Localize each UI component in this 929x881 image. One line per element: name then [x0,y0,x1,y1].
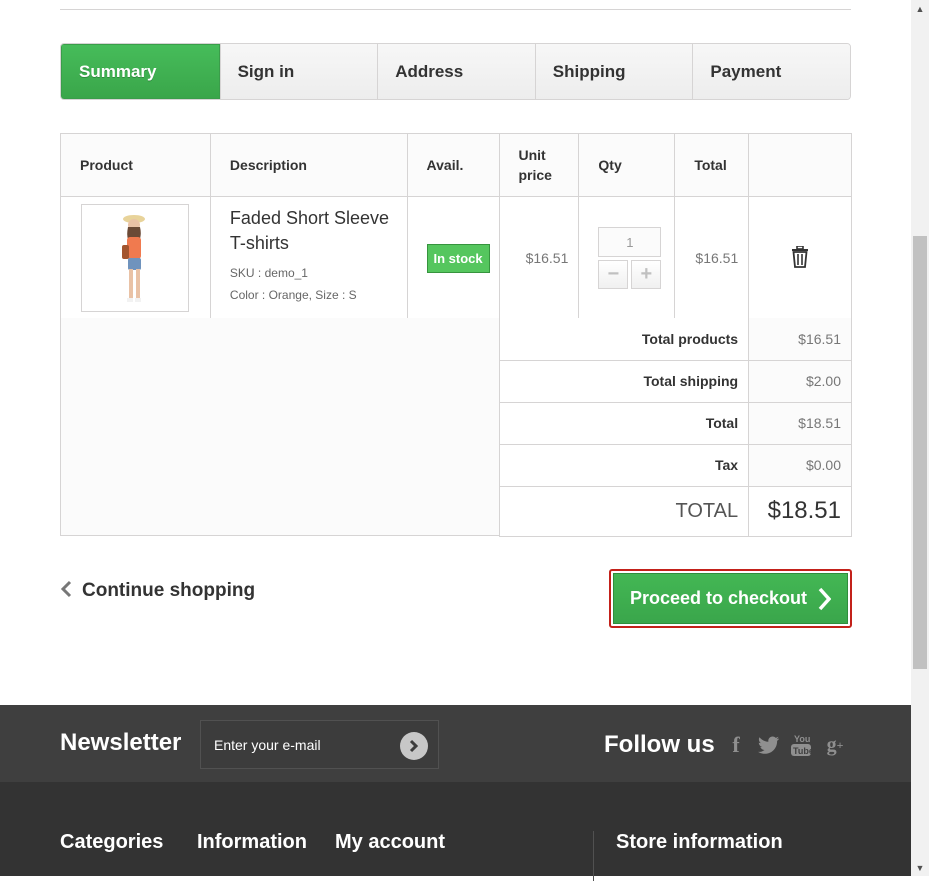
total-value: $18.51 [748,402,852,445]
grand-total-value: $18.51 [748,486,852,537]
totals-row: Total shipping $2.00 [498,360,852,403]
continue-shopping-label: Continue shopping [82,580,256,601]
unit-price: $16.51 [498,196,580,320]
product-model-icon [122,215,145,302]
trash-icon[interactable] [790,244,810,268]
product-name-link[interactable]: Faded Short Sleeve T-shirts [230,206,407,256]
product-attributes-link[interactable]: Color : Orange, Size : S [230,284,407,306]
scrollbar-thumb[interactable] [913,236,927,669]
step-summary[interactable]: Summary [61,44,220,99]
step-shipping[interactable]: Shipping [534,44,693,99]
step-address[interactable]: Address [377,44,535,99]
header-unit-price: Unit price [498,133,580,197]
chevron-left-icon [60,578,72,604]
header-qty: Qty [578,133,676,197]
total-products-value: $16.51 [748,318,852,361]
total-shipping-value: $2.00 [748,360,852,403]
qty-input[interactable] [598,227,662,257]
delete-cell [748,196,852,320]
header-total: Total [674,133,750,197]
footer-information-title: Information [197,831,307,853]
header-description: Description [209,133,408,197]
newsletter-submit-button[interactable] [400,732,428,760]
plus-icon: + [640,263,653,285]
cart-item-row: Faded Short Sleeve T-shirts SKU : demo_1… [60,196,852,320]
footer: Categories Information My account Store … [0,782,911,881]
header-product: Product [60,133,211,197]
checkout-button-face: Proceed to checkout [613,573,848,624]
totals-row: Tax $0.00 [498,444,852,487]
grand-total-label: TOTAL [498,486,750,537]
svg-text:Tube: Tube [793,746,812,756]
footer-categories-title: Categories [60,831,164,853]
grand-total-row: TOTAL $18.51 [498,486,852,537]
footer-my-account-title: My account [335,831,446,853]
scroll-down-arrow[interactable]: ▼ [911,859,929,876]
total-shipping-label: Total shipping [498,360,750,403]
total-label: Total [498,402,750,445]
step-sign-in[interactable]: Sign in [219,44,378,99]
qty-stepper: − + [598,260,674,289]
follow-us-title: Follow us [604,731,715,758]
vertical-scrollbar[interactable]: ▲ ▼ [911,0,929,876]
divider [60,9,851,10]
twitter-icon[interactable] [757,733,781,757]
qty-increase-button[interactable]: + [631,260,662,289]
footer-store-information-title: Store information [616,831,783,853]
header-avail: Avail. [406,133,500,197]
cart-header-row: Product Description Avail. Unit price Qt… [60,133,852,197]
product-image[interactable] [81,204,189,312]
proceed-to-checkout-button[interactable]: Proceed to checkout [609,569,852,628]
minus-icon: − [607,263,620,285]
description-cell: Faded Short Sleeve T-shirts SKU : demo_1… [209,196,408,320]
cart-table: Product Description Avail. Unit price Qt… [60,133,852,320]
total-products-label: Total products [498,318,750,361]
newsletter-placeholder: Enter your e-mail [214,737,321,753]
product-sku: SKU : demo_1 [229,266,308,280]
summary-spacer [60,318,500,536]
line-total: $16.51 [674,196,750,320]
youtube-icon[interactable]: You Tube [790,733,812,757]
order-page: Summary Sign in Address Shipping Payment… [0,0,911,881]
chevron-right-icon [409,739,419,753]
header-delete [748,133,852,197]
tax-label: Tax [498,444,750,487]
checkout-steps: Summary Sign in Address Shipping Payment [60,43,851,100]
qty-decrease-button[interactable]: − [598,260,629,289]
newsletter-title: Newsletter [60,729,182,756]
checkout-label: Proceed to checkout [629,588,808,608]
product-cell [60,196,211,320]
qty-cell: − + [578,196,676,320]
newsletter-email-input[interactable]: Enter your e-mail [200,720,439,769]
google-plus-icon[interactable]: g + [823,733,847,757]
newsletter-bar: Newsletter Enter your e-mail Follow us f… [0,705,911,782]
scroll-up-arrow[interactable]: ▲ [911,0,929,17]
totals-table: Total products $16.51 Total shipping $2.… [498,318,852,537]
facebook-icon[interactable]: f [727,732,745,757]
svg-text:You: You [794,734,810,744]
continue-shopping-link[interactable]: Continue shopping [60,578,255,604]
footer-divider [593,831,594,881]
availability-cell: In stock [406,196,500,320]
chevron-right-icon [818,587,832,610]
totals-row: Total products $16.51 [498,318,852,361]
totals-row: Total $18.51 [498,402,852,445]
step-payment[interactable]: Payment [692,44,850,99]
tax-value: $0.00 [748,444,852,487]
stock-badge: In stock [426,243,490,273]
